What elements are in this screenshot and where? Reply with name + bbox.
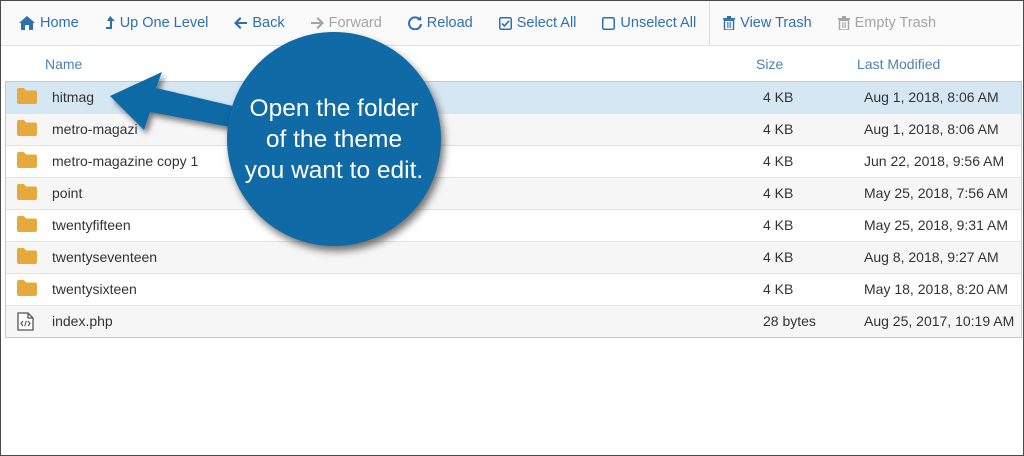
- toolbar: Home Up One Level Back Forward Reload Se…: [1, 1, 1021, 46]
- select-all-label: Select All: [516, 15, 577, 31]
- file-name: twentysixteen: [52, 281, 137, 297]
- home-label: Home: [40, 15, 79, 31]
- empty-box-icon: [602, 16, 616, 30]
- file-modified: May 25, 2018, 9:31 AM: [864, 217, 1008, 233]
- view-trash-label: View Trash: [740, 15, 812, 31]
- back-label: Back: [252, 15, 285, 31]
- file-size: 28 bytes: [763, 313, 816, 329]
- table-row[interactable]: index.php 28 bytes Aug 25, 2017, 10:19 A…: [6, 306, 1021, 337]
- callout-bubble: Open the folder of the theme you want to…: [227, 32, 441, 246]
- folder-icon: [17, 216, 37, 232]
- file-size: 4 KB: [763, 281, 794, 297]
- reload-label: Reload: [426, 15, 473, 31]
- arrow-left-icon: [234, 17, 248, 29]
- trash-icon: [723, 16, 736, 30]
- column-header-last-modified[interactable]: Last Modified: [857, 56, 940, 72]
- table-row[interactable]: twentysixteen 4 KB May 18, 2018, 8:20 AM: [6, 274, 1021, 306]
- callout-line: of the theme: [265, 125, 403, 153]
- back-button[interactable]: Back: [221, 1, 297, 45]
- folder-icon: [17, 248, 37, 264]
- file-modified: Jun 22, 2018, 9:56 AM: [864, 153, 1005, 169]
- level-up-icon: [105, 15, 115, 29]
- reload-icon: [407, 16, 422, 30]
- up-one-level-button[interactable]: Up One Level: [92, 1, 222, 45]
- home-icon: [19, 16, 35, 30]
- callout-text: Open the folder of the theme you want to…: [234, 93, 434, 186]
- file-modified: May 25, 2018, 7:56 AM: [864, 185, 1008, 201]
- folder-icon: [17, 88, 37, 104]
- file-size: 4 KB: [763, 121, 794, 137]
- unselect-all-button[interactable]: Unselect All: [589, 1, 709, 45]
- trash-icon: [837, 16, 850, 30]
- callout-line: you want to edit.: [244, 156, 424, 184]
- file-modified: Aug 25, 2017, 10:19 AM: [864, 313, 1015, 329]
- file-name: twentyseventeen: [52, 249, 158, 265]
- folder-icon: [17, 184, 37, 200]
- folder-icon: [17, 280, 37, 296]
- file-name: index.php: [52, 313, 113, 329]
- callout-line: Open the folder: [249, 94, 419, 122]
- empty-trash-label: Empty Trash: [854, 15, 937, 31]
- table-row[interactable]: twentyseventeen 4 KB Aug 8, 2018, 9:27 A…: [6, 242, 1021, 274]
- column-header-size[interactable]: Size: [756, 56, 783, 72]
- php-file-icon: [17, 312, 34, 331]
- table-row[interactable]: point 4 KB May 25, 2018, 7:56 AM: [6, 178, 1021, 210]
- folder-icon: [17, 152, 37, 168]
- file-name: point: [52, 185, 83, 201]
- file-size: 4 KB: [763, 217, 794, 233]
- home-button[interactable]: Home: [1, 1, 92, 45]
- file-name: twentyfifteen: [52, 217, 131, 233]
- up-one-level-label: Up One Level: [119, 15, 209, 31]
- folder-icon: [17, 120, 37, 136]
- file-modified: Aug 8, 2018, 9:27 AM: [864, 249, 999, 265]
- view-trash-button[interactable]: View Trash: [710, 1, 824, 45]
- file-modified: Aug 1, 2018, 8:06 AM: [864, 121, 999, 137]
- unselect-all-label: Unselect All: [620, 15, 697, 31]
- select-all-button[interactable]: Select All: [486, 1, 590, 45]
- forward-label: Forward: [328, 15, 382, 31]
- column-header-name[interactable]: Name: [45, 56, 82, 72]
- file-size: 4 KB: [763, 185, 794, 201]
- file-size: 4 KB: [763, 249, 794, 265]
- table-row[interactable]: twentyfifteen 4 KB May 25, 2018, 9:31 AM: [6, 210, 1021, 242]
- file-size: 4 KB: [763, 153, 794, 169]
- checked-box-icon: [498, 16, 512, 30]
- file-name: hitmag: [52, 89, 95, 105]
- arrow-right-icon: [310, 17, 324, 29]
- empty-trash-button[interactable]: Empty Trash: [825, 1, 949, 45]
- reload-button[interactable]: Reload: [395, 1, 486, 45]
- file-modified: May 18, 2018, 8:20 AM: [864, 281, 1008, 297]
- file-modified: Aug 1, 2018, 8:06 AM: [864, 89, 999, 105]
- file-size: 4 KB: [763, 89, 794, 105]
